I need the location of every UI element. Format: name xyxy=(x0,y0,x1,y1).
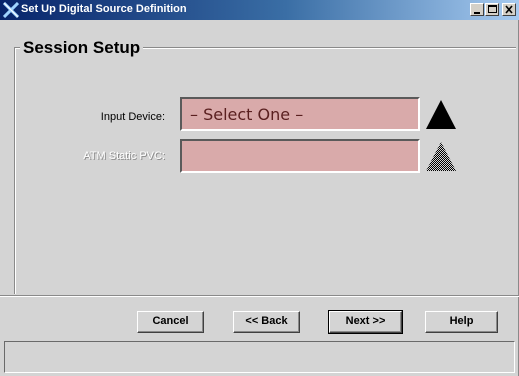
group-title: Session Setup xyxy=(20,38,144,58)
button-separator xyxy=(0,295,519,297)
input-device-value: – Select One – xyxy=(190,105,304,124)
app-x-icon xyxy=(2,1,20,19)
atm-dropdown-arrow-icon xyxy=(424,139,458,173)
window-title: Set Up Digital Source Definition xyxy=(21,3,187,15)
help-button[interactable]: Help xyxy=(425,311,498,333)
status-bar xyxy=(4,341,515,373)
input-device-label: Input Device: xyxy=(100,111,165,123)
maximize-icon[interactable] xyxy=(485,3,499,16)
next-button[interactable]: Next >> xyxy=(328,310,403,334)
title-bar: Set Up Digital Source Definition xyxy=(0,0,519,20)
dialog-window: Set Up Digital Source Definition Session… xyxy=(0,0,519,376)
input-device-select[interactable]: – Select One – xyxy=(180,97,420,131)
back-button[interactable]: << Back xyxy=(233,311,300,333)
cancel-button[interactable]: Cancel xyxy=(137,311,204,333)
minimize-icon[interactable] xyxy=(470,3,484,16)
close-icon[interactable] xyxy=(502,3,516,16)
input-device-dropdown-arrow-icon[interactable] xyxy=(424,97,458,131)
atm-static-pvc-label: ATM Static PVC: xyxy=(83,150,165,162)
atm-static-pvc-select xyxy=(180,139,420,173)
